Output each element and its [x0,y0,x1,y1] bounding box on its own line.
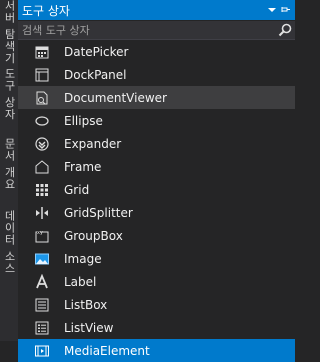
list-item-label[interactable]: Label [18,270,295,293]
item-label: GroupBox [64,228,123,243]
list-item-documentviewer[interactable]: DocumentViewer [18,86,295,109]
list-item-datepicker[interactable]: DatePicker [18,40,295,63]
list-item-gridsplitter[interactable]: GridSplitter [18,201,295,224]
item-label: DatePicker [64,44,129,59]
side-tab-label: 서버 탐색기 [3,0,16,65]
mediaelement-icon [34,343,50,359]
panel-title: 도구 상자 [22,3,70,18]
documentviewer-icon [34,90,50,106]
panel-title-bar[interactable]: 도구 상자 [18,0,295,20]
dropdown-icon[interactable] [265,5,279,16]
side-tab-document-outline[interactable]: 문서 개요 [0,138,18,198]
list-item-listview[interactable]: ListView [18,316,295,339]
gridsplitter-icon [34,205,50,221]
list-item-dockpanel[interactable]: DockPanel [18,63,295,86]
frame-icon [34,159,50,175]
item-label: ListView [64,320,114,335]
toolbox-panel: 도구 상자 DatePicker DockP [18,0,295,362]
list-item-mediaelement[interactable]: MediaElement [18,339,295,362]
datepicker-icon [34,44,50,60]
image-icon [34,251,50,267]
item-label: DocumentViewer [64,90,167,105]
side-tab-strip: 서버 탐색기 도구 상자 문서 개요 데이터 소스 [0,0,18,341]
item-label: MediaElement [64,343,150,358]
search-icon[interactable] [277,22,293,38]
item-label: GridSplitter [64,205,133,220]
list-item-ellipse[interactable]: Ellipse [18,109,295,132]
grid-icon [34,182,50,198]
list-item-grid[interactable]: Grid [18,178,295,201]
expander-icon [34,136,50,152]
listview-icon [34,320,50,336]
side-tab-data-sources[interactable]: 데이터 소스 [0,210,18,280]
side-tab-label: 도구 상자 [3,68,16,121]
listbox-icon [34,297,50,313]
svg-text:xy: xy [37,230,43,236]
list-item-frame[interactable]: Frame [18,155,295,178]
item-label: Frame [64,159,102,174]
side-tab-server-explorer[interactable]: 서버 탐색기 [0,0,18,65]
side-tab-toolbox[interactable]: 도구 상자 [0,68,18,128]
item-label: Image [64,251,102,266]
search-input[interactable] [22,23,277,37]
pin-icon[interactable] [279,4,293,17]
search-bar [18,21,295,40]
list-item-listbox[interactable]: ListBox [18,293,295,316]
list-item-groupbox[interactable]: xy GroupBox [18,224,295,247]
toolbox-list: DatePicker DockPanel DocumentViewer Elli… [18,40,295,362]
item-label: ListBox [64,297,108,312]
item-label: Label [64,274,97,289]
item-label: Ellipse [64,113,103,128]
list-item-expander[interactable]: Expander [18,132,295,155]
dockpanel-icon [34,67,50,83]
groupbox-icon: xy [34,228,50,244]
ellipse-icon [34,113,50,129]
item-label: Grid [64,182,90,197]
side-tab-label: 문서 개요 [3,138,16,191]
list-item-image[interactable]: Image [18,247,295,270]
item-label: DockPanel [64,67,127,82]
label-icon [34,273,50,290]
side-tab-label: 데이터 소스 [3,210,16,275]
item-label: Expander [64,136,122,151]
